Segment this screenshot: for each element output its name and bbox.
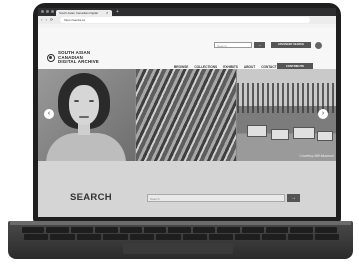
search-heading: SEARCH [70, 192, 112, 203]
photo-credit: Courtesy Mill Museum [299, 154, 334, 158]
carousel-next-icon[interactable]: › [318, 109, 328, 119]
advanced-search-button[interactable]: ADVANCED SEARCH [271, 42, 311, 48]
tab-close-icon[interactable]: × [106, 10, 108, 15]
header-search-input[interactable]: Search [214, 42, 252, 48]
url-field[interactable]: https://sacda.ca [60, 17, 310, 23]
window-controls[interactable] [41, 10, 54, 13]
main-search-button[interactable]: → [287, 194, 300, 202]
hero-carousel: Courtesy Mill Museum ‹ › [38, 69, 336, 161]
laptop-hinge [10, 221, 351, 225]
address-bar: ‹ › ⟳ https://sacda.ca [38, 16, 336, 24]
carousel-prev-icon[interactable]: ‹ [44, 109, 54, 119]
crowd-photo[interactable] [136, 69, 236, 161]
header-search-button[interactable]: → [254, 42, 265, 48]
browser-nav-icons[interactable]: ‹ › ⟳ [41, 17, 54, 23]
laptop-screen: South Asian Canadian Digital × + ‹ › ⟳ h… [38, 8, 336, 217]
logo-icon [47, 53, 55, 62]
search-section: SEARCH Search → [38, 161, 336, 217]
main-search-input[interactable]: Search [147, 194, 285, 202]
new-tab-icon[interactable]: + [116, 9, 119, 15]
account-icon[interactable] [315, 42, 322, 49]
trackpad[interactable] [123, 243, 233, 254]
browser-tab-bar: South Asian Canadian Digital × + [38, 8, 336, 16]
site-logo[interactable]: SOUTH ASIAN CANADIAN DIGITAL ARCHIVE [47, 50, 99, 65]
logo-text: SOUTH ASIAN CANADIAN DIGITAL ARCHIVE [58, 50, 99, 65]
